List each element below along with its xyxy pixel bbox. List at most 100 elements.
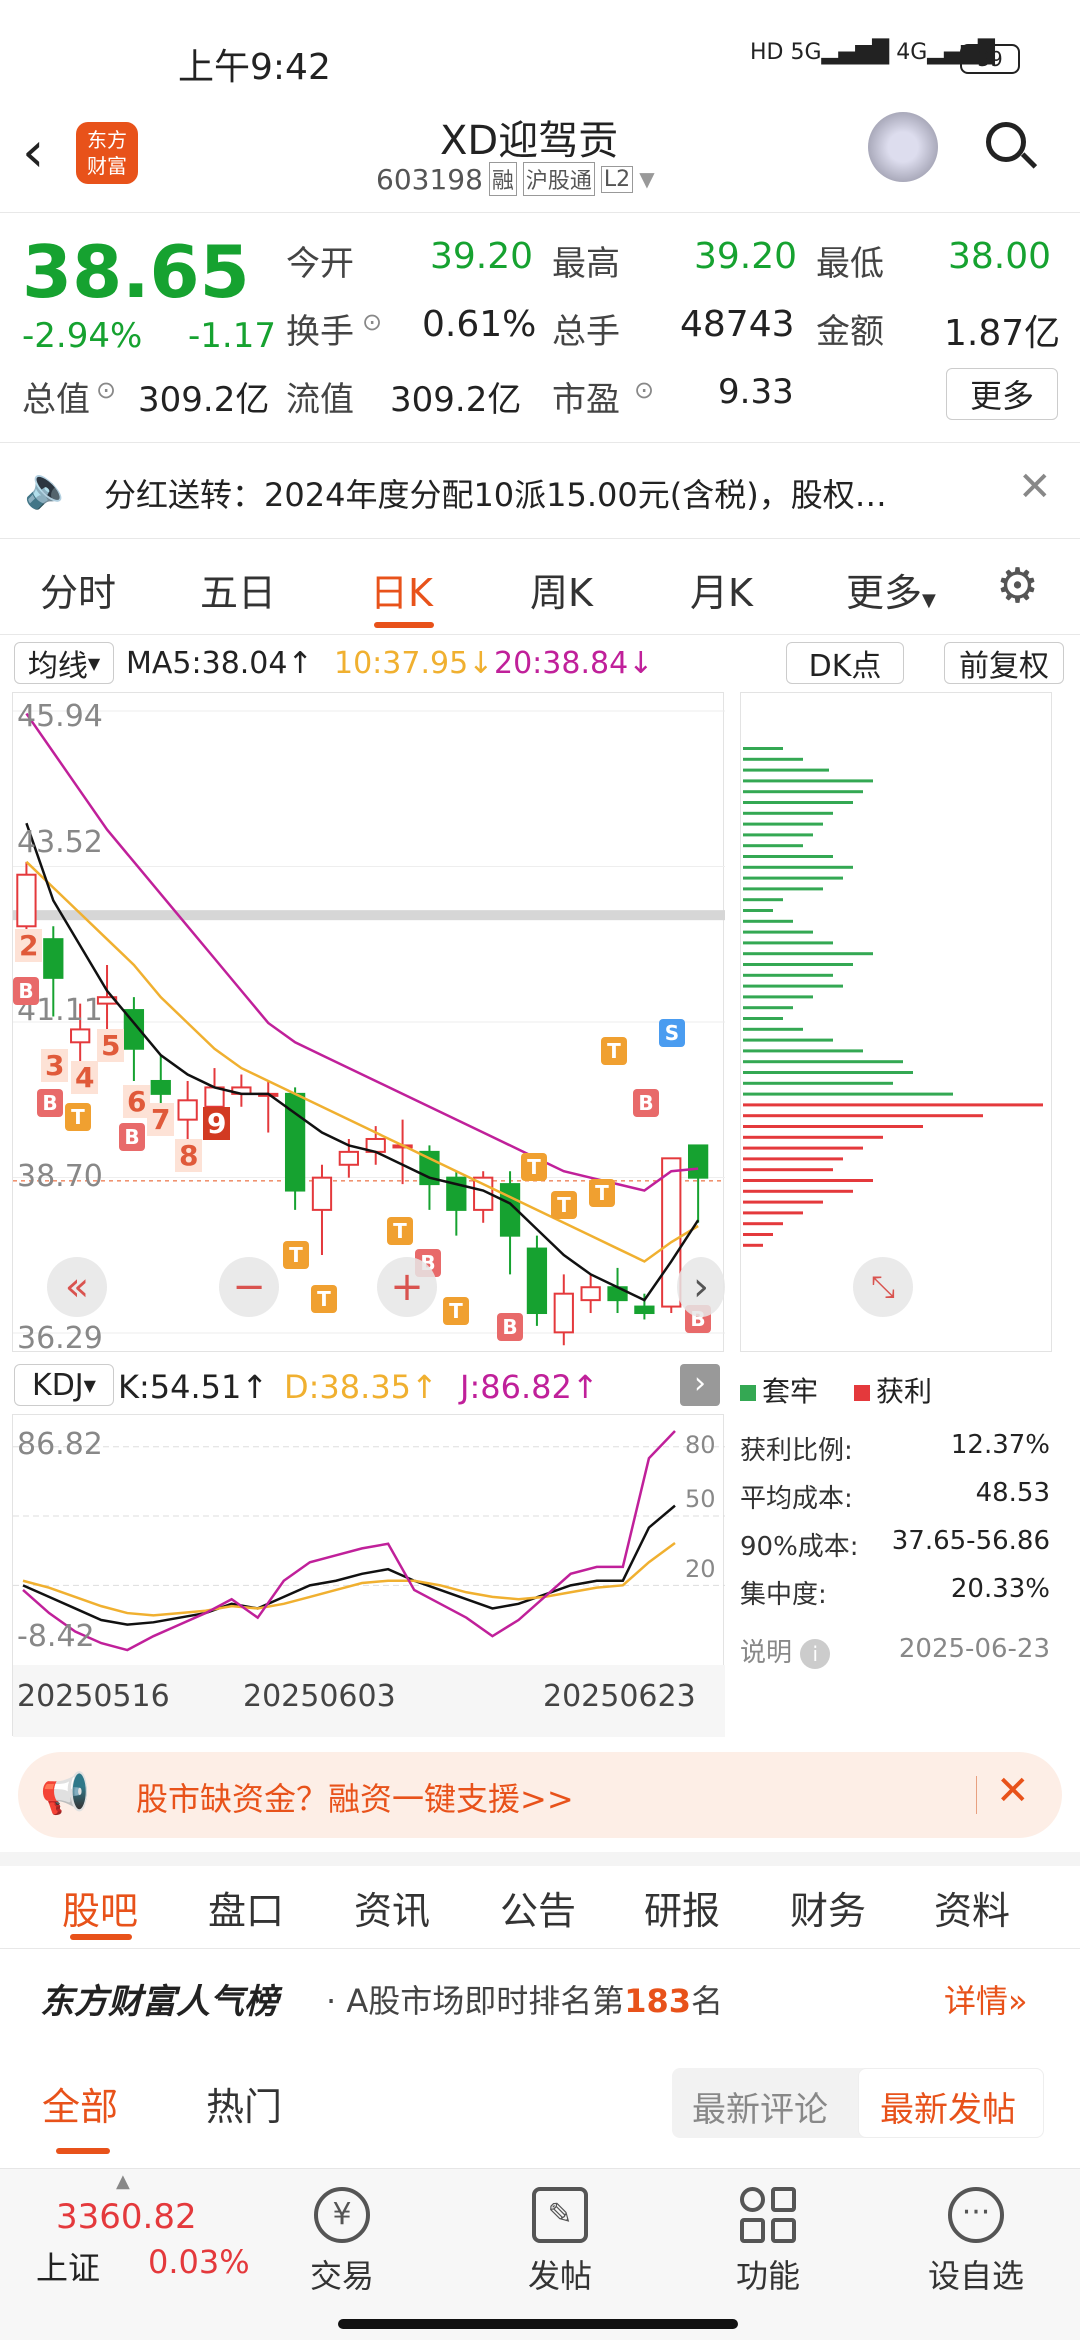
t-marker[interactable]: T [311, 1285, 337, 1313]
zoom-in-button[interactable]: + [377, 1257, 437, 1317]
tab-more[interactable]: 更多▼ [846, 562, 936, 617]
chip-bar-profit [743, 1211, 803, 1215]
buy-marker[interactable]: B [633, 1089, 659, 1117]
chip-stats: 套牢 获利 获利比例: 12.37% 平均成本: 48.53 90%成本: 37… [740, 1360, 1060, 1680]
nav-add-watchlist[interactable]: ··· 设自选 [928, 2187, 1024, 2297]
detail-text: 详情 [944, 1982, 1009, 2020]
info-icon[interactable]: ⊙ [96, 376, 116, 404]
explain-text: 说明 [740, 1638, 793, 1668]
candle-chart[interactable]: 45.94 43.52 41.11 38.70 36.29 2 B 3 4 B … [12, 692, 725, 1356]
t-marker[interactable]: T [601, 1037, 627, 1065]
indicator-selector[interactable]: 均线 ▼ [14, 642, 114, 684]
ranking-post: 名 [691, 1982, 724, 2020]
candle-body [70, 1028, 91, 1044]
info-icon[interactable]: ⊙ [634, 376, 654, 404]
close-icon[interactable]: ✕ [996, 1768, 1030, 1814]
more-button[interactable]: 更多 [946, 368, 1058, 420]
expand-icon[interactable]: ⤡ [853, 1257, 913, 1317]
close-icon[interactable]: ✕ [1018, 464, 1052, 510]
tab-orderbook[interactable]: 盘口 [208, 1880, 284, 1935]
buy-marker[interactable]: B [13, 977, 39, 1005]
scroll-left-button[interactable]: « [47, 1257, 107, 1317]
x-tick-label: 20250623 [543, 1679, 696, 1714]
tab-announcements[interactable]: 公告 [500, 1880, 576, 1935]
kdj-selector[interactable]: KDJ ▼ [14, 1364, 114, 1406]
zoom-out-button[interactable]: − [219, 1257, 279, 1317]
nav-post-label: 发帖 [528, 2257, 593, 2295]
detail-link[interactable]: 详情» [944, 1976, 1028, 2022]
chip-distribution[interactable]: ⤡ [740, 692, 1052, 1352]
candle-body [580, 1286, 601, 1302]
tab-five-day[interactable]: 五日 [200, 562, 276, 617]
t-marker[interactable]: T [589, 1179, 615, 1207]
sort-latest-comment[interactable]: 最新评论 [692, 2082, 828, 2131]
scroll-right-button[interactable]: › [677, 1257, 725, 1317]
tab-news[interactable]: 资讯 [354, 1880, 430, 1935]
tab-monthly-k[interactable]: 月K [690, 562, 753, 617]
back-icon[interactable]: ‹ [22, 120, 44, 185]
chip-bar-trapped [743, 887, 823, 891]
tag-l2: L2 [600, 165, 634, 193]
t-marker[interactable]: T [283, 1241, 309, 1269]
t-marker[interactable]: T [551, 1191, 577, 1219]
buy-marker[interactable]: B [119, 1123, 145, 1151]
tab-intraday[interactable]: 分时 [40, 562, 116, 617]
tab-profile[interactable]: 资料 [934, 1880, 1010, 1935]
tab-finance[interactable]: 财务 [790, 1880, 866, 1935]
nav-trade[interactable]: ¥ 交易 [310, 2187, 374, 2297]
filter-hot[interactable]: 热门 [206, 2076, 282, 2131]
dk-point-button[interactable]: DK点 [786, 642, 904, 684]
buy-marker[interactable]: B [37, 1089, 63, 1117]
notice-bar[interactable]: 🔈 分红送转：2024年度分配10派15.00元(含税)，股权… ✕ [0, 442, 1080, 538]
tab-forum[interactable]: 股吧 [62, 1880, 138, 1935]
robot-avatar[interactable] [868, 112, 938, 182]
chip-bar-trapped [743, 1006, 793, 1010]
settings-gear-icon[interactable]: ⚙ [996, 558, 1039, 614]
candle-body [338, 1150, 359, 1166]
adjust-button[interactable]: 前复权 [944, 642, 1064, 684]
chip-bar-trapped [743, 973, 833, 977]
dots-circle-icon: ··· [948, 2187, 1004, 2243]
sell-marker[interactable]: S [659, 1019, 685, 1047]
kdj-k-text: K:54.51 [118, 1368, 242, 1406]
ma10-value-text: 10:37.95 [334, 646, 469, 681]
search-icon[interactable] [986, 122, 1038, 172]
chip-bar-trapped [743, 1092, 953, 1096]
t-marker[interactable]: T [387, 1217, 413, 1245]
chart-tabs: 分时 五日 日K 周K 月K 更多▼ ⚙ [0, 538, 1080, 634]
active-tab-indicator [70, 1934, 132, 1940]
filter-all[interactable]: 全部 [42, 2076, 118, 2131]
index-value[interactable]: 3360.82 [56, 2197, 197, 2237]
t-marker[interactable]: T [65, 1103, 91, 1131]
cost-90-value: 37.65-56.86 [891, 1526, 1050, 1556]
content-tabs: 股吧 盘口 资讯 公告 研报 财务 资料 [0, 1866, 1080, 1946]
buy-marker[interactable]: B [497, 1313, 523, 1341]
tab-daily-k[interactable]: 日K [370, 562, 433, 617]
collapse-arrow-button[interactable]: › [680, 1364, 720, 1406]
caret-down-icon: ▼ [87, 653, 101, 673]
kdj-chart[interactable]: 86.82 -8.42 80 50 20 20250516 20250603 2… [12, 1414, 725, 1737]
sort-latest-post[interactable]: 最新发帖 [880, 2082, 1016, 2131]
stock-code-row[interactable]: 603198 融 沪股通 L2 ▼ [376, 162, 655, 196]
y-tick-label: 45.94 [17, 699, 103, 734]
header: ‹ 东方财富 XD迎驾贡 603198 融 沪股通 L2 ▼ [0, 100, 1080, 212]
caret-down-icon: ▼ [922, 590, 936, 611]
explain-link[interactable]: 说明 i [740, 1632, 831, 1669]
kdj-j-text: J:86.82 [460, 1368, 572, 1406]
tab-weekly-k[interactable]: 周K [530, 562, 593, 617]
candle [311, 1164, 333, 1256]
chip-bar-profit [743, 1243, 763, 1247]
app-logo: 东方财富 [76, 122, 138, 184]
mktcap-label: 总值 [22, 380, 90, 420]
promo-banner[interactable]: 📢 股市缺资金？融资一键支援>> ✕ [18, 1752, 1062, 1838]
t-marker[interactable]: T [443, 1297, 469, 1325]
tab-research[interactable]: 研报 [644, 1880, 720, 1935]
chip-bar-trapped [743, 811, 833, 815]
ma5-line [25, 822, 700, 1302]
nav-functions[interactable]: 功能 [736, 2187, 800, 2297]
chip-bar-trapped [743, 822, 823, 826]
nav-post[interactable]: ✎ 发帖 [528, 2187, 592, 2297]
popularity-ranking[interactable]: 东方财富人气榜 · A股市场即时排名第183名 详情» [0, 1950, 1080, 2040]
t-marker[interactable]: T [521, 1153, 547, 1181]
info-icon[interactable]: ⊙ [362, 308, 382, 336]
